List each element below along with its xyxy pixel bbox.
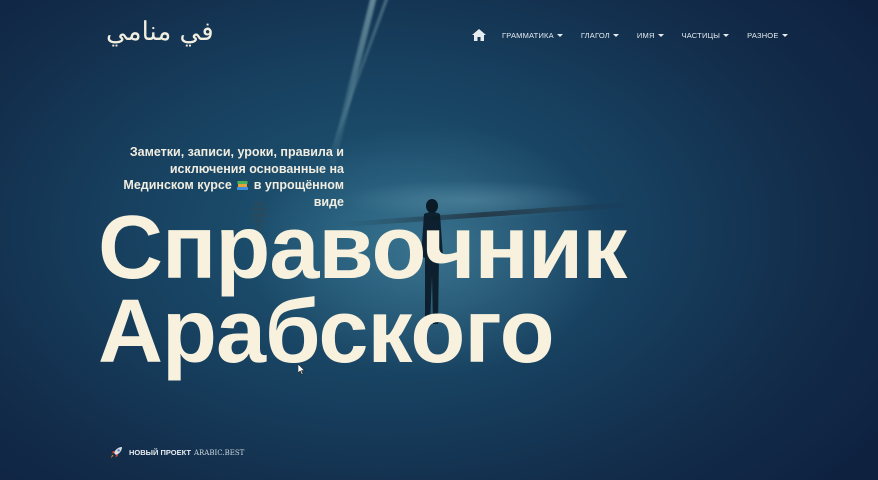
- nav-item-verb[interactable]: ГЛАГОЛ: [581, 31, 619, 40]
- new-project-label: НОВЫЙ ПРОЕКТ: [129, 448, 191, 457]
- chevron-down-icon: [657, 33, 664, 37]
- nav-item-label: ЧАСТИЦЫ: [681, 30, 721, 40]
- project-domain: ARABIC.BEST: [193, 448, 245, 457]
- chevron-down-icon: [612, 33, 619, 37]
- books-emoji-icon: [237, 181, 249, 190]
- hero-section: في منامي ГРАММАТИКА ГЛАГОЛ ИМЯ ЧАСТИЦЫ Р…: [0, 0, 878, 480]
- nav-item-particles[interactable]: ЧАСТИЦЫ: [682, 31, 730, 40]
- title-line: Арабского: [98, 282, 555, 382]
- rocket-icon: [111, 447, 122, 458]
- chevron-down-icon: [723, 33, 730, 37]
- chevron-down-icon: [781, 33, 788, 37]
- nav-item-noun[interactable]: ИМЯ: [637, 31, 664, 40]
- home-icon[interactable]: [472, 29, 486, 41]
- nav-item-label: ГРАММАТИКА: [502, 30, 554, 40]
- nav-item-label: ГЛАГОЛ: [580, 30, 610, 40]
- nav-item-grammar[interactable]: ГРАММАТИКА: [502, 31, 563, 40]
- main-nav: ГРАММАТИКА ГЛАГОЛ ИМЯ ЧАСТИЦЫ РАЗНОЕ: [472, 29, 806, 41]
- site-logo[interactable]: في منامي: [106, 17, 214, 47]
- title-line: Справочник: [98, 198, 627, 298]
- nav-item-label: РАЗНОЕ: [747, 30, 779, 40]
- page-title: Справочник Арабского: [98, 198, 627, 382]
- mouse-cursor-icon: [298, 364, 306, 375]
- light-beam: [327, 0, 395, 160]
- nav-item-label: ИМЯ: [636, 30, 655, 40]
- chevron-down-icon: [556, 33, 563, 37]
- nav-item-misc[interactable]: РАЗНОЕ: [747, 30, 788, 40]
- new-project-link[interactable]: НОВЫЙ ПРОЕКТ ARABIC.BEST: [110, 446, 244, 459]
